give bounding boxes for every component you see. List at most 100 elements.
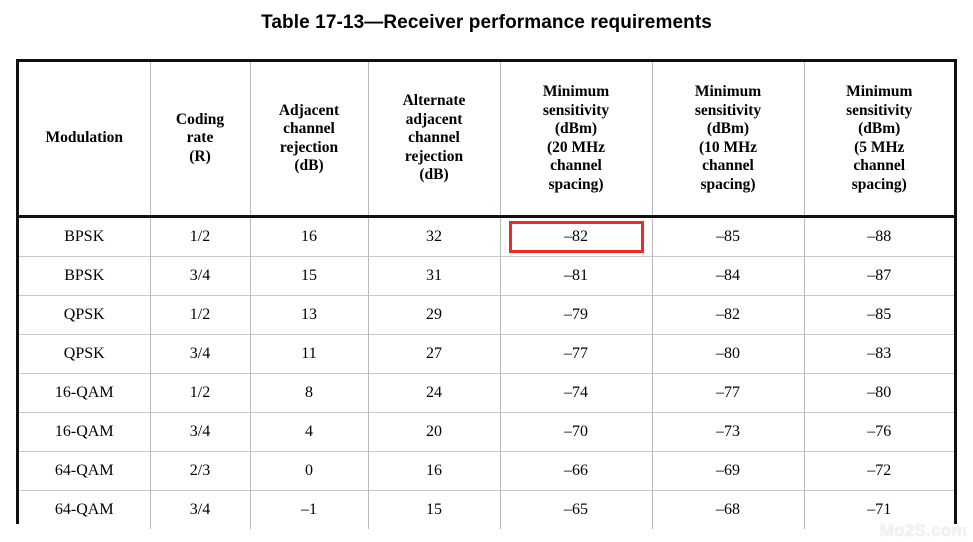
header-line: channel [550,157,602,174]
header-line: Adjacent [278,101,340,119]
cell-modulation: 16-QAM [19,373,151,413]
cell-coding-rate: 1/2 [149,216,251,257]
cell-sensitivity-10mhz: –85 [651,216,805,257]
cell-alternate-rejection: 24 [367,373,501,413]
cell-alternate-rejection: 32 [367,216,501,257]
header-line: sensitivity [694,101,762,119]
header-line: (10 MHz [698,138,758,156]
cell-coding-rate: 2/3 [149,451,251,491]
header-line: rate [186,129,214,147]
header-line: channel [408,129,460,147]
receiver-performance-table-container: Modulation Coding rate (R) Adjacent channel… [16,59,957,529]
cell-sensitivity-20mhz: –81 [499,256,653,296]
header-line: Minimum [694,83,762,100]
cell-sensitivity-5mhz: –85 [803,295,954,335]
cell-sensitivity-20mhz: –65 [499,490,653,529]
cell-sensitivity-5mhz: –80 [803,373,954,413]
header-line: (dB) [419,166,449,184]
column-header-coding-rate: Coding rate (R) [149,62,251,218]
header-line: channel [283,120,335,137]
cell-alternate-rejection: 15 [367,490,501,529]
cell-sensitivity-10mhz: –82 [651,295,805,335]
cell-modulation: BPSK [19,216,151,257]
cell-adjacent-rejection: 0 [249,451,369,491]
header-line: (dB) [294,157,324,174]
cell-sensitivity-10mhz: –80 [651,334,805,374]
column-header-modulation: Modulation [19,62,151,218]
column-header-min-sensitivity-10mhz: Minimum sensitivity (dBm) (10 MHz channel spa… [651,62,805,218]
header-line: (dBm) [554,120,598,137]
cell-alternate-rejection: 16 [367,451,501,491]
cell-sensitivity-20mhz: –79 [499,295,653,335]
cell-coding-rate: 1/2 [149,295,251,335]
cell-coding-rate: 3/4 [149,256,251,296]
cell-coding-rate: 1/2 [149,373,251,413]
header-line: Coding [175,110,225,128]
column-header-min-sensitivity-20mhz: Minimum sensitivity (dBm) (20 MHz channel spa… [499,62,653,218]
cell-adjacent-rejection: 8 [249,373,369,413]
header-line: spacing) [700,175,756,193]
column-header-adjacent-channel-rejection: Adjacent channel rejection (dB) [249,62,369,218]
cell-coding-rate: 3/4 [149,412,251,452]
cell-modulation: QPSK [19,334,151,374]
cell-modulation: 16-QAM [19,412,151,452]
table-row: BPSK 3/4 15 31 –81 –84 –87 [19,256,954,296]
cell-modulation: 64-QAM [19,451,151,491]
cell-sensitivity-20mhz: –77 [499,334,653,374]
cell-sensitivity-10mhz: –68 [651,490,805,529]
header-line: Modulation [45,129,123,147]
cell-adjacent-rejection: 15 [249,256,369,296]
cell-coding-rate: 3/4 [149,490,251,529]
cell-sensitivity-5mhz: –72 [803,451,954,491]
cell-alternate-rejection: 31 [367,256,501,296]
header-line: channel [702,157,754,174]
cell-sensitivity-20mhz: –70 [499,412,653,452]
table-header-row: Modulation Coding rate (R) Adjacent channel… [19,62,954,218]
cell-sensitivity-10mhz: –69 [651,451,805,491]
header-line: rejection [279,138,339,156]
header-line: Alternate [402,92,466,110]
cell-sensitivity-5mhz: –83 [803,334,954,374]
header-line: Minimum [846,83,913,100]
cell-modulation: QPSK [19,295,151,335]
header-line: channel [853,157,906,174]
cell-coding-rate: 3/4 [149,334,251,374]
header-line: sensitivity [846,101,913,119]
header-line: (dBm) [858,120,901,137]
receiver-performance-table: Modulation Coding rate (R) Adjacent channel… [19,62,954,529]
cell-adjacent-rejection: 16 [249,216,369,257]
table-row: 64-QAM 2/3 0 16 –66 –69 –72 [19,451,954,491]
header-line: (20 MHz [546,138,606,156]
table-row: QPSK 3/4 11 27 –77 –80 –83 [19,334,954,374]
cell-alternate-rejection: 27 [367,334,501,374]
cell-value: –82 [564,228,588,245]
cell-sensitivity-5mhz: –88 [803,216,954,257]
column-header-min-sensitivity-5mhz: Minimum sensitivity (dBm) (5 MHz channel spac… [803,62,954,218]
header-line: rejection [404,147,464,165]
cell-adjacent-rejection: 4 [249,412,369,452]
table-header: Modulation Coding rate (R) Adjacent channel… [19,62,954,218]
column-header-alternate-adjacent-channel-rejection: Alternate adjacent channel rejection (dB) [367,62,501,218]
cell-adjacent-rejection: 13 [249,295,369,335]
table-row: 64-QAM 3/4 –1 15 –65 –68 –71 [19,490,954,529]
cell-sensitivity-10mhz: –84 [651,256,805,296]
table-body: BPSK 1/2 16 32 –82 –85 –88 BPSK 3/4 15 31 –81 –84 –87… [19,216,954,529]
cell-sensitivity-5mhz: –87 [803,256,954,296]
cell-alternate-rejection: 29 [367,295,501,335]
header-line: Minimum [542,83,610,100]
cell-sensitivity-20mhz: –74 [499,373,653,413]
cell-sensitivity-10mhz: –73 [651,412,805,452]
header-line: (R) [189,147,211,165]
cell-adjacent-rejection: –1 [249,490,369,529]
highlighted-cell-sensitivity-20mhz: –82 [499,216,653,257]
cell-sensitivity-5mhz: –76 [803,412,954,452]
header-line: sensitivity [542,101,610,119]
cell-adjacent-rejection: 11 [249,334,369,374]
cell-sensitivity-10mhz: –77 [651,373,805,413]
header-line: (5 MHz [854,138,905,156]
site-watermark: Mo2S.com [879,521,967,540]
table-row: BPSK 1/2 16 32 –82 –85 –88 [19,216,954,257]
table-row: 16-QAM 1/2 8 24 –74 –77 –80 [19,373,954,413]
header-line: spacing) [548,175,604,193]
table-row: QPSK 1/2 13 29 –79 –82 –85 [19,295,954,335]
